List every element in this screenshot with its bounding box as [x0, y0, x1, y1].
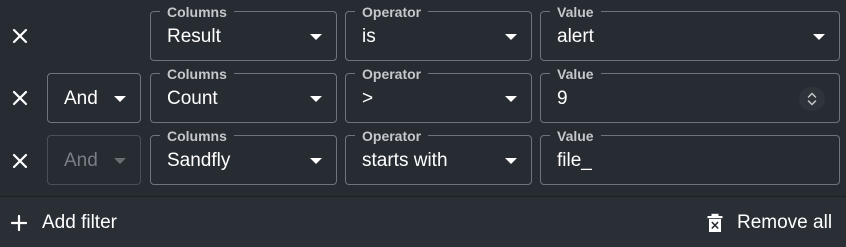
operator-label: Operator	[355, 4, 429, 20]
operator-value: >	[362, 88, 374, 109]
value-label: Value	[550, 66, 601, 82]
value-text: 9	[557, 88, 568, 109]
value-number-input[interactable]: Value 9	[540, 66, 840, 123]
filter-row: And Columns Count Operator > Value 9	[0, 66, 846, 129]
operator-select[interactable]: Operator >	[345, 66, 532, 123]
remove-filter-button[interactable]	[6, 22, 34, 50]
column-value: Sandfly	[167, 150, 231, 171]
operator-label: Operator	[355, 128, 429, 144]
chevron-down-icon	[114, 96, 126, 102]
chevron-down-icon	[310, 34, 322, 40]
column-value: Result	[167, 26, 221, 47]
value-text: alert	[557, 26, 594, 47]
remove-all-button[interactable]: Remove all	[707, 211, 832, 235]
chevron-down-icon	[813, 34, 825, 40]
column-value: Count	[167, 88, 218, 109]
chevron-down-icon	[505, 158, 517, 164]
column-label: Columns	[160, 66, 234, 82]
operator-select[interactable]: Operator is	[345, 4, 532, 61]
close-icon	[12, 153, 28, 169]
number-stepper[interactable]	[799, 87, 825, 111]
chevron-down-icon	[310, 158, 322, 164]
filter-footer: Add filter Remove all	[0, 196, 846, 247]
remove-filter-button[interactable]	[6, 84, 34, 112]
value-text-input[interactable]: Value file_	[540, 128, 840, 185]
chevron-down-icon	[505, 34, 517, 40]
value-label: Value	[550, 128, 601, 144]
column-select[interactable]: Columns Result	[150, 4, 337, 61]
close-icon	[12, 90, 28, 106]
conjunction-value: And	[64, 88, 98, 109]
plus-icon	[10, 214, 28, 232]
filter-row: And Columns Sandfly Operator starts with…	[0, 128, 846, 192]
column-select[interactable]: Columns Sandfly	[150, 128, 337, 185]
stepper-icon	[807, 92, 817, 106]
column-label: Columns	[160, 128, 234, 144]
remove-filter-button[interactable]	[6, 147, 34, 175]
trash-icon	[707, 213, 723, 232]
column-label: Columns	[160, 4, 234, 20]
value-label: Value	[550, 4, 601, 20]
conjunction-value: And	[64, 150, 98, 171]
close-icon	[12, 28, 28, 44]
value-select[interactable]: Value alert	[540, 4, 840, 61]
add-filter-label: Add filter	[42, 212, 117, 233]
conjunction-select: And	[47, 135, 141, 185]
operator-value: is	[362, 26, 376, 47]
chevron-down-icon	[505, 96, 517, 102]
value-text: file_	[557, 150, 592, 171]
chevron-down-icon	[310, 96, 322, 102]
filter-row: Columns Result Operator is Value alert	[0, 4, 846, 67]
add-filter-button[interactable]: Add filter	[10, 211, 117, 235]
operator-select[interactable]: Operator starts with	[345, 128, 532, 185]
operator-label: Operator	[355, 66, 429, 82]
operator-value: starts with	[362, 150, 448, 171]
remove-all-label: Remove all	[737, 212, 833, 233]
chevron-down-icon	[114, 158, 126, 164]
conjunction-select[interactable]: And	[47, 73, 141, 123]
column-select[interactable]: Columns Count	[150, 66, 337, 123]
